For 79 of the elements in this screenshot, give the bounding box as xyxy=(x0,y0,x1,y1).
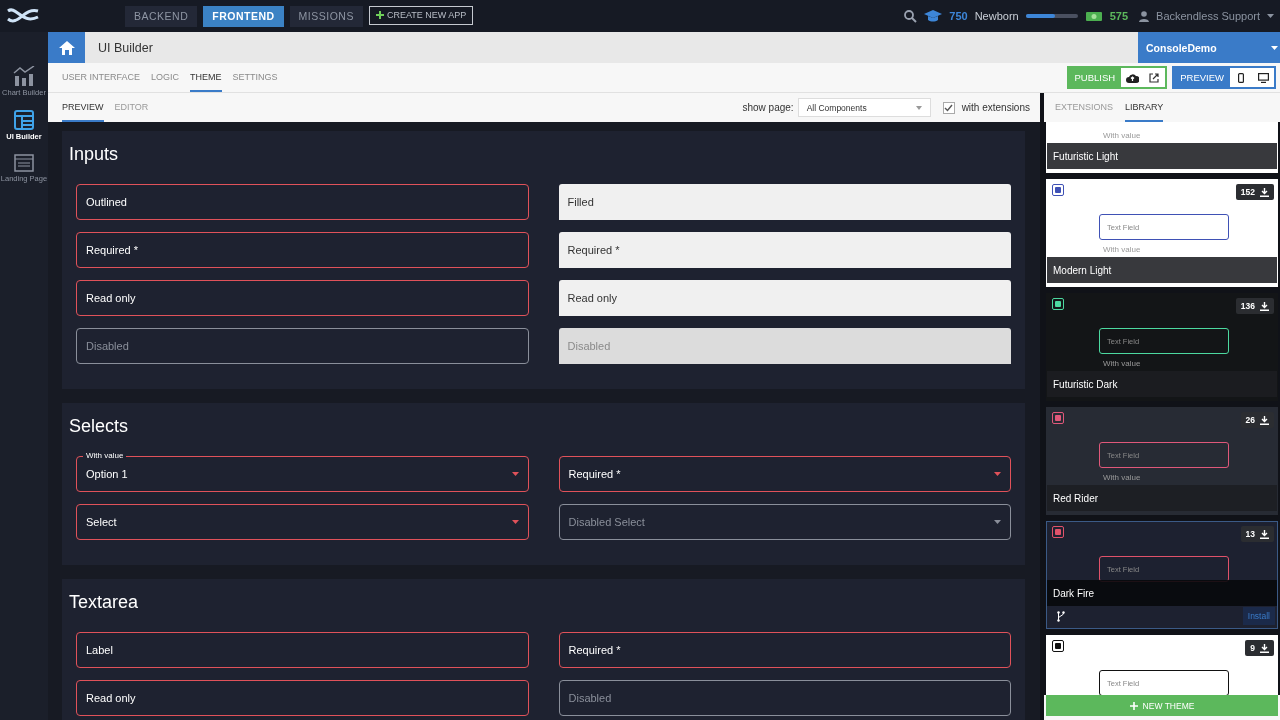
download-icon xyxy=(1260,529,1269,539)
caret-icon xyxy=(511,520,519,524)
download-count: 152 xyxy=(1235,184,1274,200)
caret-icon xyxy=(1271,45,1278,50)
input-field[interactable]: Required * xyxy=(558,632,1011,668)
caret-icon xyxy=(994,472,1001,476)
user-icon xyxy=(1139,10,1150,22)
phone-icon[interactable] xyxy=(1230,68,1252,87)
extensions-label: with extensions xyxy=(961,102,1030,113)
page-title: UI Builder xyxy=(98,40,153,55)
input-field[interactable]: Read only xyxy=(558,280,1011,316)
plus-icon xyxy=(1129,701,1138,710)
color-swatch xyxy=(1052,640,1064,652)
coins-count: 575 xyxy=(1109,10,1129,22)
nav-tab[interactable]: MISSIONS xyxy=(289,5,363,27)
section-title: Selects xyxy=(69,415,130,437)
cash-icon xyxy=(1084,10,1103,22)
progress-bar xyxy=(1025,14,1078,18)
theme-name: Red Rider xyxy=(1047,485,1277,511)
color-swatch xyxy=(1052,526,1064,538)
show-page-label: show page: xyxy=(742,102,794,113)
color-swatch xyxy=(1052,412,1064,424)
download-icon xyxy=(1260,187,1269,197)
page-dropdown[interactable]: All Components xyxy=(797,98,931,117)
app-dropdown[interactable]: ConsoleDemo xyxy=(1138,32,1280,63)
theme-name: Modern Light xyxy=(1047,257,1277,283)
input-field[interactable]: Read only xyxy=(76,680,529,716)
download-count: 9 xyxy=(1245,640,1274,656)
color-swatch xyxy=(1052,184,1064,196)
section-title: Inputs xyxy=(69,143,120,165)
select-field[interactable]: Select xyxy=(76,504,529,540)
preview-button[interactable]: PREVIEW xyxy=(1174,68,1230,87)
select-field[interactable]: Required * xyxy=(558,456,1011,492)
external-link-icon[interactable] xyxy=(1143,68,1166,87)
fork-icon[interactable] xyxy=(1057,611,1065,622)
theme-card[interactable]: With value Futuristic Light xyxy=(1046,122,1278,173)
download-count: 26 xyxy=(1240,412,1274,428)
home-button[interactable] xyxy=(48,32,85,63)
graduation-cap-icon xyxy=(924,10,943,22)
input-field[interactable]: Required * xyxy=(558,232,1011,268)
cloud-upload-icon[interactable] xyxy=(1121,68,1144,87)
points-count: 750 xyxy=(949,10,968,22)
logo-icon[interactable] xyxy=(6,7,40,25)
download-count: 13 xyxy=(1240,526,1274,542)
download-count: 136 xyxy=(1235,298,1274,314)
caret-icon xyxy=(511,472,519,476)
rank-label: Newborn xyxy=(974,10,1019,22)
input-field[interactable]: Filled xyxy=(558,184,1011,220)
input-field[interactable]: Label xyxy=(76,632,529,668)
nav-tab[interactable]: BACKEND xyxy=(125,5,198,27)
input-field[interactable]: Outlined xyxy=(76,184,529,220)
caret-icon xyxy=(994,520,1001,524)
layout-icon xyxy=(14,110,34,130)
search-icon[interactable] xyxy=(904,9,918,23)
extensions-checkbox[interactable] xyxy=(942,101,955,114)
caret-icon xyxy=(915,105,922,110)
select-label-preview: With value xyxy=(1103,131,1141,141)
select-label-preview: With value xyxy=(1103,473,1141,483)
download-icon xyxy=(1260,415,1269,425)
plus-icon xyxy=(375,11,384,19)
download-icon xyxy=(1260,301,1269,311)
color-swatch xyxy=(1052,298,1064,310)
page-icon xyxy=(14,154,34,172)
theme-name: Dark Fire xyxy=(1047,580,1277,606)
chart-icon xyxy=(13,66,35,86)
download-icon xyxy=(1260,643,1269,653)
user-menu[interactable]: Backendless Support xyxy=(1156,10,1260,22)
select-label-preview: With value xyxy=(1103,359,1141,369)
monitor-icon[interactable] xyxy=(1252,68,1274,87)
input-field[interactable]: Read only xyxy=(76,280,529,316)
theme-name: Futuristic Light xyxy=(1047,143,1277,169)
theme-name: Futuristic Dark xyxy=(1047,371,1277,397)
create-app-button[interactable]: CREATE NEW APP xyxy=(368,5,474,25)
nav-tab[interactable]: FRONTEND xyxy=(203,5,284,27)
section-title: Textarea xyxy=(69,591,140,613)
caret-icon[interactable] xyxy=(1267,14,1274,18)
home-icon xyxy=(58,40,75,55)
input-field[interactable]: Required * xyxy=(76,232,529,268)
select-label-preview: With value xyxy=(1103,245,1141,255)
